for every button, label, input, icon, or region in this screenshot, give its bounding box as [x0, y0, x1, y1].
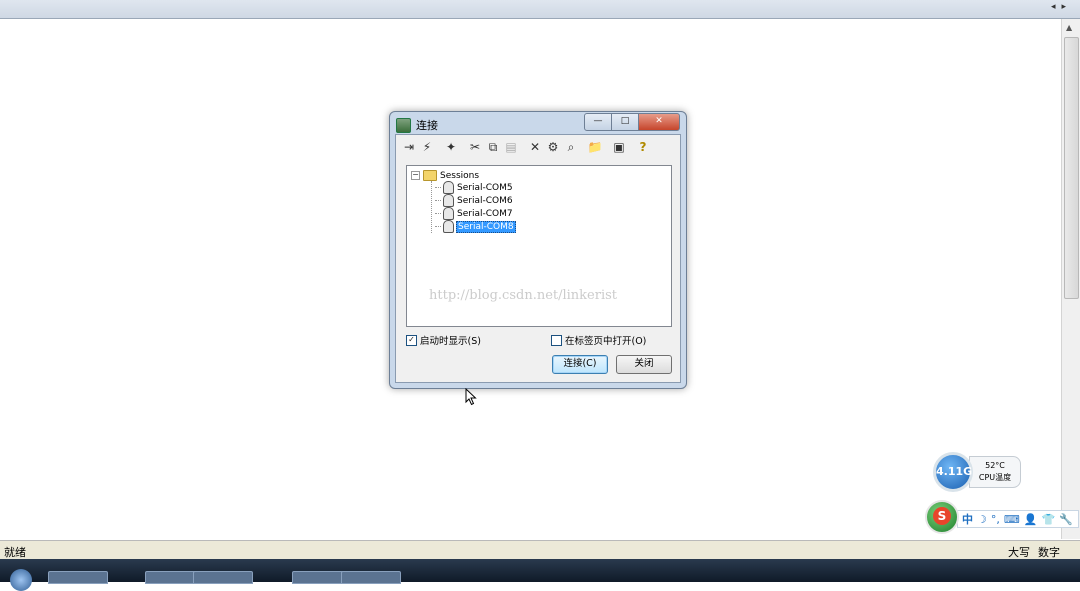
tree-branch — [435, 226, 441, 227]
tree-branch — [435, 187, 441, 188]
dialog-title: 连接 — [416, 119, 438, 132]
watermark-text: http://blog.csdn.net/linkerist — [429, 288, 618, 303]
serial-session-icon — [443, 220, 454, 233]
ime-toolbar[interactable]: 中 ☽ °, ⌨ 👤 👕 🔧 S — [925, 500, 1080, 536]
tree-root-label: Sessions — [440, 170, 480, 181]
tree-item-serial-com8[interactable]: Serial-COM8 — [435, 220, 516, 233]
cpu-temp-value: 52°C — [985, 461, 1005, 470]
moon-icon[interactable]: ☽ — [977, 513, 987, 526]
skin-icon[interactable]: 👕 — [1041, 513, 1055, 526]
ime-logo-letter: S — [933, 507, 951, 525]
tree-branch — [435, 213, 441, 214]
tree-item-serial-com5[interactable]: Serial-COM5 — [435, 181, 514, 194]
paste-icon[interactable]: ▤ — [502, 139, 520, 155]
wrench-icon[interactable]: 🔧 — [1059, 513, 1073, 526]
tree-branch — [435, 200, 441, 201]
open-in-tab-label: 在标签页中打开(O) — [565, 336, 647, 347]
taskbar-button[interactable] — [341, 571, 401, 584]
tree-item-serial-com6[interactable]: Serial-COM6 — [435, 194, 514, 207]
status-text: 就绪 — [4, 546, 26, 559]
connect-button[interactable]: 连接(C) — [552, 355, 608, 374]
status-indicators: 大写 数字 — [1008, 544, 1060, 560]
taskbar-button[interactable] — [193, 571, 253, 584]
window-controls: — □ ✕ — [584, 113, 680, 131]
serial-session-icon — [443, 194, 454, 207]
find-icon[interactable]: ⌕ — [562, 139, 580, 155]
copy-icon[interactable]: ⧉ — [484, 139, 502, 155]
session-toolbar: ⇥ ⚡ ✦ ✂ ⧉ ▤ ✕ ⚙ ⌕ 📁 ▣ ? — [400, 139, 652, 155]
app-icon — [396, 117, 411, 133]
serial-session-icon — [443, 207, 454, 220]
delete-icon[interactable]: ✕ — [526, 139, 544, 155]
tree-item-label: Serial-COM5 — [457, 182, 513, 193]
close-button[interactable]: 关闭 — [616, 355, 672, 374]
vertical-scrollbar[interactable]: ▲ — [1061, 19, 1080, 539]
properties-icon[interactable]: ⚙ — [544, 139, 562, 155]
cpu-temp-label: CPU温度 — [978, 473, 1012, 482]
tree-item-serial-com7[interactable]: Serial-COM7 — [435, 207, 514, 220]
top-toolbar: ◂▸ — [0, 0, 1080, 19]
tree-item-label: Serial-COM8 — [456, 220, 516, 233]
create-shortcut-icon[interactable]: ▣ — [610, 139, 628, 155]
start-button[interactable] — [10, 569, 32, 591]
scroll-right-icon[interactable]: ▸ — [1061, 2, 1072, 12]
scrollbar-thumb[interactable] — [1064, 37, 1079, 299]
show-on-startup-option[interactable]: ✓ 启动时显示(S) — [406, 333, 481, 347]
quick-connect-icon[interactable]: ⚡ — [418, 139, 436, 155]
caps-lock-indicator: 大写 — [1008, 546, 1030, 559]
num-lock-indicator: 数字 — [1038, 546, 1060, 559]
maximize-button[interactable]: □ — [611, 113, 639, 131]
close-window-button[interactable]: ✕ — [638, 113, 680, 131]
keyboard-icon[interactable]: ⌨ — [1004, 513, 1020, 526]
serial-session-icon — [443, 181, 454, 194]
new-session-icon[interactable]: ✦ — [442, 139, 460, 155]
tree-item-label: Serial-COM7 — [457, 208, 513, 219]
punctuation-icon[interactable]: °, — [991, 513, 1000, 526]
tree-root-sessions[interactable]: − Sessions — [411, 170, 479, 181]
connect-icon[interactable]: ⇥ — [400, 139, 418, 155]
taskbar — [0, 559, 1080, 591]
status-bar: 就绪 大写 数字 — [0, 540, 1080, 559]
connect-dialog: 连接 — □ ✕ ⇥ ⚡ ✦ ✂ ⧉ ▤ ✕ ⚙ ⌕ 📁 ▣ ? − Sessi… — [389, 111, 687, 389]
cpu-usage-ring: 4.11G — [933, 452, 973, 492]
folder-icon — [423, 170, 437, 181]
ime-mode-chinese[interactable]: 中 — [962, 511, 973, 527]
dialog-titlebar[interactable]: 连接 — [396, 117, 438, 133]
cpu-temp-panel: 52°C CPU温度 — [969, 456, 1021, 488]
sogou-logo-icon[interactable]: S — [925, 500, 959, 534]
minimize-button[interactable]: — — [584, 113, 612, 131]
help-icon[interactable]: ? — [634, 139, 652, 155]
session-tree[interactable]: − Sessions Serial-COM5 Serial-COM6 Seria… — [406, 165, 672, 327]
collapse-icon[interactable]: − — [411, 171, 420, 180]
dialog-body: ⇥ ⚡ ✦ ✂ ⧉ ▤ ✕ ⚙ ⌕ 📁 ▣ ? − Sessions Seria… — [395, 134, 681, 383]
new-folder-icon[interactable]: 📁 — [586, 139, 604, 155]
cpu-temperature-gadget[interactable]: 52°C CPU温度 4.11G — [933, 452, 1025, 492]
open-in-tab-option[interactable]: 在标签页中打开(O) — [551, 333, 646, 347]
scroll-up-icon[interactable]: ▲ — [1066, 23, 1072, 32]
open-in-tab-checkbox[interactable] — [551, 334, 562, 346]
taskbar-button[interactable] — [48, 571, 108, 584]
ime-strip: 中 ☽ °, ⌨ 👤 👕 🔧 — [957, 510, 1079, 528]
scroll-left-icon[interactable]: ◂ — [1051, 2, 1062, 12]
tab-scroll-arrows[interactable]: ◂▸ — [1051, 2, 1072, 12]
show-on-startup-checkbox[interactable]: ✓ — [406, 334, 417, 346]
user-icon[interactable]: 👤 — [1024, 513, 1038, 526]
cut-icon[interactable]: ✂ — [466, 139, 484, 155]
tree-item-label: Serial-COM6 — [457, 195, 513, 206]
show-on-startup-label: 启动时显示(S) — [420, 336, 481, 347]
